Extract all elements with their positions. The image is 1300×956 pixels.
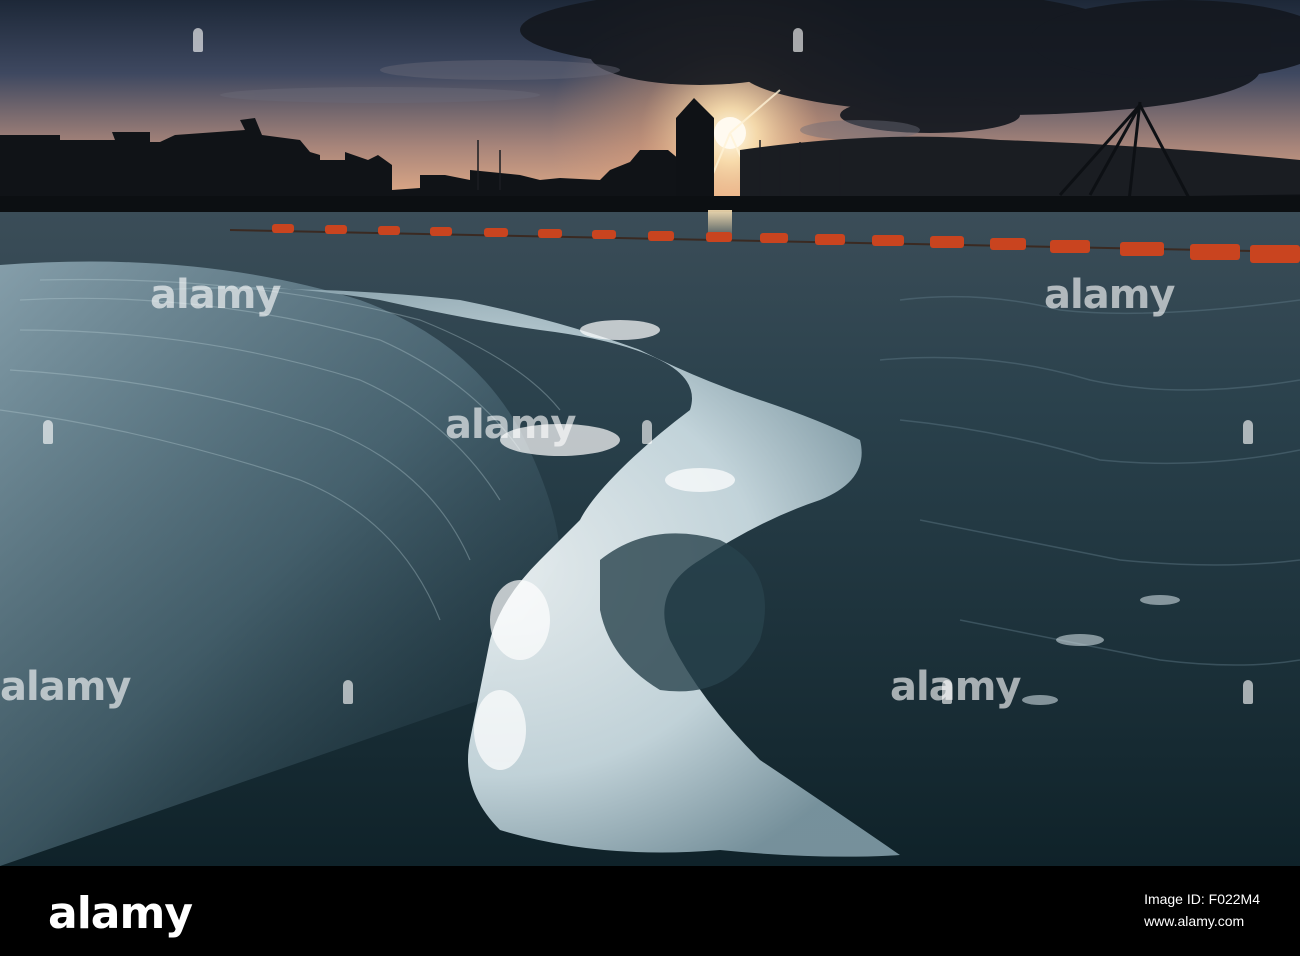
- photograph: alamy alamy alamy alamy alamy: [0, 0, 1300, 866]
- tower: [676, 98, 714, 210]
- sunset-river-scene: [0, 0, 1300, 866]
- footer-logo[interactable]: alamy: [48, 888, 193, 939]
- image-id: Image ID: F022M4: [1144, 891, 1260, 907]
- footer-meta: Image ID: F022M4 www.alamy.com: [1144, 888, 1260, 932]
- footer-bar: alamy Image ID: F022M4 www.alamy.com: [0, 866, 1300, 956]
- site-url[interactable]: www.alamy.com: [1144, 910, 1260, 932]
- far-shore: [0, 196, 1300, 214]
